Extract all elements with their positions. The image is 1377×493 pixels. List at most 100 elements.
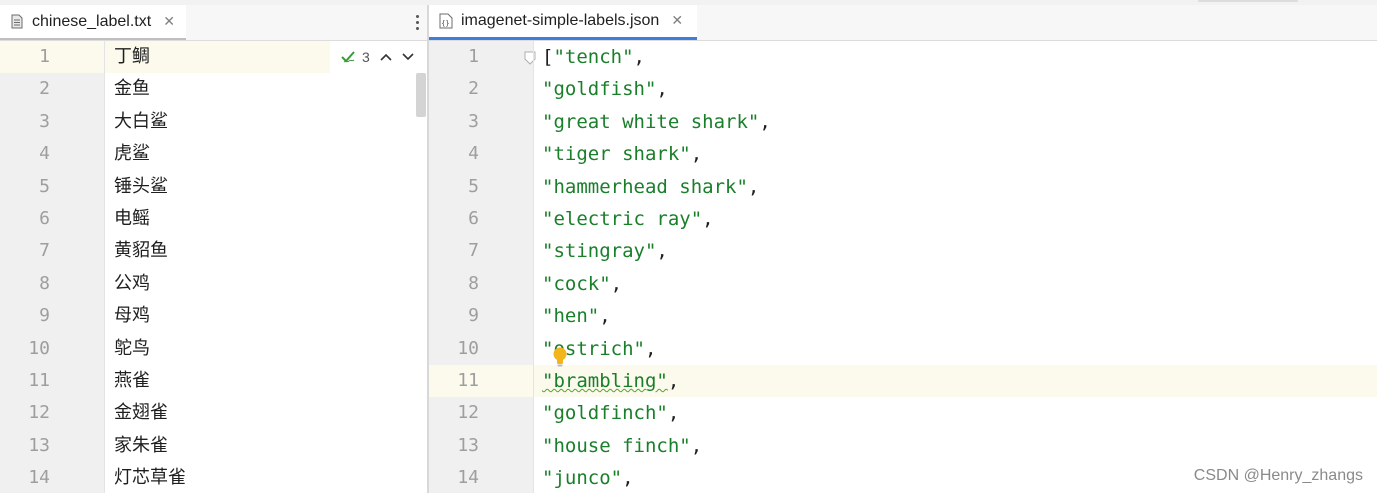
json-comma: , — [644, 337, 657, 360]
line-number: 4 — [39, 143, 50, 165]
editor-line[interactable]: 14 灯芯草雀 — [0, 462, 427, 493]
editor-line[interactable]: 11 "brambling", — [429, 365, 1377, 398]
json-string: "junco" — [542, 467, 623, 490]
editor-line[interactable]: 10 "ostrich", — [429, 333, 1377, 365]
json-line: "hammerhead shark", — [542, 171, 759, 203]
editor-line[interactable]: 8 "cock", — [429, 268, 1377, 300]
json-line: "brambling", — [542, 365, 679, 397]
json-line: ["tench", — [542, 41, 645, 73]
editor-line[interactable]: 4 虎鲨 — [0, 138, 427, 170]
editor-line[interactable]: 9 "hen", — [429, 300, 1377, 332]
line-number: 12 — [28, 402, 50, 424]
editor-line[interactable]: 7 "stingray", — [429, 235, 1377, 267]
line-text: 灯芯草雀 — [114, 467, 186, 489]
json-line: "goldfinch", — [542, 397, 679, 429]
editor-line[interactable]: 6 "electric ray", — [429, 203, 1377, 235]
right-editor[interactable]: 1 ["tench", 2 "goldfish", 3 "great white shar… — [429, 41, 1377, 493]
svg-text:{}: {} — [441, 20, 449, 28]
more-vertical-icon[interactable] — [413, 13, 421, 33]
close-icon[interactable]: ✕ — [671, 14, 683, 28]
tab-label: imagenet-simple-labels.json — [461, 12, 660, 29]
line-number: 1 — [39, 46, 50, 67]
line-number: 7 — [468, 240, 479, 262]
editor-line[interactable]: 12 金翅雀 — [0, 397, 427, 429]
gutter-border — [533, 41, 534, 493]
line-number: 8 — [39, 272, 50, 294]
lightbulb-icon[interactable] — [550, 346, 570, 368]
json-comma: , — [690, 143, 703, 166]
json-file-icon: {} — [439, 13, 453, 29]
tab-chinese-label[interactable]: chinese_label.txt ✕ — [0, 5, 186, 40]
json-line: "junco", — [542, 462, 634, 493]
line-number: 2 — [39, 78, 50, 100]
editor-line[interactable]: 10 鸵鸟 — [0, 333, 427, 365]
line-text: 大白鲨 — [114, 110, 168, 132]
right-tab-bar: {} imagenet-simple-labels.json ✕ — [429, 5, 1377, 41]
editor-line[interactable]: 4 "tiger shark", — [429, 138, 1377, 170]
editor-line[interactable]: 11 燕雀 — [0, 365, 427, 397]
json-bracket: [ — [542, 46, 554, 68]
editor-line[interactable]: 3 "great white shark", — [429, 106, 1377, 138]
json-comma: , — [656, 78, 668, 101]
json-comma: , — [633, 46, 645, 68]
editor-line[interactable]: 5 锤头鲨 — [0, 171, 427, 203]
line-number: 11 — [28, 370, 50, 391]
line-text: 母鸡 — [114, 305, 150, 327]
inspection-widget[interactable]: 3 — [330, 41, 427, 73]
line-number: 3 — [39, 110, 50, 132]
watermark: CSDN @Henry_zhangs — [1193, 467, 1363, 484]
json-string: "stingray" — [542, 240, 657, 263]
tab-imagenet-labels[interactable]: {} imagenet-simple-labels.json ✕ — [429, 5, 697, 40]
editor-line[interactable]: 2 金鱼 — [0, 73, 427, 105]
line-text: 公鸡 — [114, 272, 150, 294]
line-text: 家朱雀 — [114, 434, 168, 456]
line-text: 电鳐 — [114, 208, 150, 229]
line-number: 5 — [39, 175, 50, 197]
editor-line[interactable]: 12 "goldfinch", — [429, 397, 1377, 429]
editor-line[interactable]: 2 "goldfish", — [429, 73, 1377, 105]
json-string: "electric ray" — [542, 208, 703, 230]
vertical-scrollbar[interactable] — [415, 73, 427, 121]
json-line: "electric ray", — [542, 203, 714, 235]
json-string: "goldfinch" — [542, 402, 668, 425]
json-line: "stingray", — [542, 235, 668, 267]
editor-line[interactable]: 6 电鳐 — [0, 203, 427, 235]
json-string: "brambling" — [542, 370, 668, 392]
scrollbar-thumb[interactable] — [416, 73, 426, 117]
left-editor[interactable]: 1 丁鲷 2 金鱼 3 大白鲨 4 虎鲨 5 锤头鲨 6 电鳐 7 黄貂鱼 8 公鸡 9 母鸡 10 鸵鸟 11 燕雀 12… — [0, 41, 427, 493]
line-number: 11 — [457, 370, 479, 391]
editor-line[interactable]: 9 母鸡 — [0, 300, 427, 332]
window-control[interactable] — [1198, 0, 1298, 2]
chevron-down-icon[interactable] — [402, 52, 414, 62]
fold-marker-icon[interactable] — [523, 51, 537, 65]
left-tab-bar: chinese_label.txt ✕ — [0, 5, 427, 41]
editor-line[interactable]: 3 大白鲨 — [0, 106, 427, 138]
line-number: 14 — [457, 467, 479, 489]
line-number: 5 — [468, 175, 479, 197]
json-comma: , — [667, 402, 680, 425]
editor-line[interactable]: 1 ["tench", — [429, 41, 1377, 73]
line-text: 燕雀 — [114, 370, 150, 391]
text-file-icon — [10, 14, 24, 30]
line-text: 金翅雀 — [114, 402, 168, 424]
line-text: 虎鲨 — [114, 143, 150, 165]
json-comma: , — [599, 305, 611, 328]
editor-line[interactable]: 13 "house finch", — [429, 430, 1377, 462]
json-comma: , — [610, 272, 623, 295]
chevron-up-icon[interactable] — [380, 52, 392, 62]
editor-line[interactable]: 8 公鸡 — [0, 268, 427, 300]
editor-line[interactable]: 7 黄貂鱼 — [0, 235, 427, 267]
line-number: 10 — [457, 337, 479, 359]
line-number: 12 — [457, 402, 479, 424]
editor-line[interactable]: 13 家朱雀 — [0, 430, 427, 462]
json-comma: , — [667, 370, 680, 392]
json-string: "hen" — [542, 305, 600, 328]
json-comma: , — [759, 110, 771, 133]
json-line: "house finch", — [542, 430, 702, 462]
line-number: 1 — [468, 46, 479, 67]
line-number: 10 — [28, 337, 50, 359]
line-number: 13 — [28, 434, 50, 456]
json-comma: , — [747, 175, 760, 198]
editor-line[interactable]: 5 "hammerhead shark", — [429, 171, 1377, 203]
close-icon[interactable]: ✕ — [163, 15, 175, 29]
